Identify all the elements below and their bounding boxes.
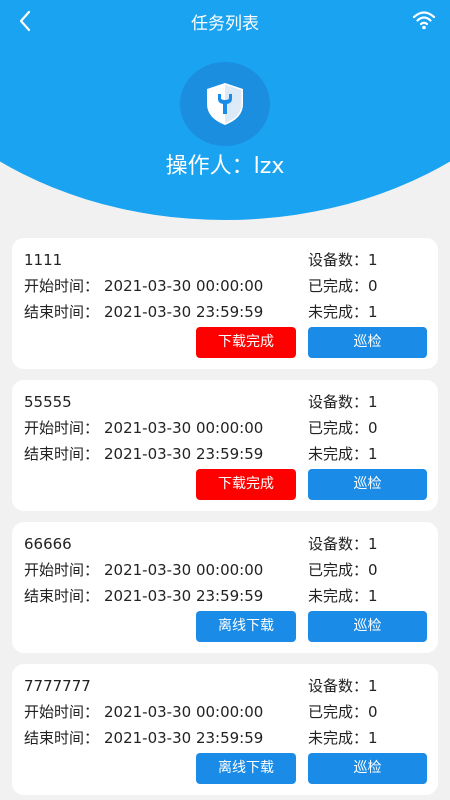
start-time-label: 开始时间： [24,703,100,721]
inspect-button[interactable]: 巡检 [308,469,427,500]
wifi-icon [412,11,436,30]
topbar: 任务列表 [0,0,450,42]
start-time: 开始时间： 2021-03-30 00:00:00 [24,418,263,438]
download-status-button[interactable]: 下载完成 [196,327,296,358]
done-count: 已完成：0 [308,276,378,296]
page-title: 任务列表 [191,14,259,34]
end-time-label: 结束时间： [24,587,100,605]
undone-count-label: 未完成： [308,445,369,463]
undone-count: 未完成：1 [308,444,378,464]
task-card: 55555 开始时间： 2021-03-30 00:00:00 结束时间： 2021… [12,380,438,511]
done-count-value: 0 [368,703,378,721]
task-name: 1111 [24,251,63,269]
done-count-label: 已完成： [308,419,369,437]
task-list: 1111 开始时间： 2021-03-30 00:00:00 结束时间： 2021-… [12,238,438,800]
done-count-value: 0 [368,277,378,295]
undone-count-value: 1 [368,729,378,747]
end-time-value: 2021-03-30 23:59:59 [104,729,264,747]
header: 任务列表 操作人：lzx [0,0,450,230]
end-time-value: 2021-03-30 23:59:59 [104,587,264,605]
device-count-label: 设备数： [308,393,369,411]
undone-count-label: 未完成： [308,303,369,321]
task-card: 7777777 开始时间： 2021-03-30 00:00:00 结束时间： 20… [12,664,438,795]
device-count-value: 1 [368,535,378,553]
start-time: 开始时间： 2021-03-30 00:00:00 [24,276,263,296]
end-time-label: 结束时间： [24,303,100,321]
device-count: 设备数：1 [308,534,378,554]
offline-download-button[interactable]: 离线下载 [196,611,296,642]
undone-count-value: 1 [368,587,378,605]
download-status-button[interactable]: 下载完成 [196,469,296,500]
start-time-value: 2021-03-30 00:00:00 [104,277,264,295]
device-count-label: 设备数： [308,535,369,553]
start-time-value: 2021-03-30 00:00:00 [104,703,264,721]
start-time: 开始时间： 2021-03-30 00:00:00 [24,560,263,580]
app-logo [180,62,270,146]
done-count: 已完成：0 [308,418,378,438]
task-name: 55555 [24,393,72,411]
end-time-value: 2021-03-30 23:59:59 [104,445,264,463]
start-time-value: 2021-03-30 00:00:00 [104,561,264,579]
task-card: 66666 开始时间： 2021-03-30 00:00:00 结束时间： 2021… [12,522,438,653]
end-time-label: 结束时间： [24,729,100,747]
undone-count: 未完成：1 [308,302,378,322]
end-time: 结束时间： 2021-03-30 23:59:59 [24,728,263,748]
undone-count-value: 1 [368,445,378,463]
end-time-label: 结束时间： [24,445,100,463]
offline-download-button[interactable]: 离线下载 [196,753,296,784]
device-count-label: 设备数： [308,251,369,269]
undone-count: 未完成：1 [308,586,378,606]
end-time: 结束时间： 2021-03-30 23:59:59 [24,444,263,464]
end-time-value: 2021-03-30 23:59:59 [104,303,264,321]
device-count: 设备数：1 [308,392,378,412]
done-count-value: 0 [368,561,378,579]
done-count-label: 已完成： [308,277,369,295]
device-count-value: 1 [368,393,378,411]
done-count: 已完成：0 [308,560,378,580]
start-time: 开始时间： 2021-03-30 00:00:00 [24,702,263,722]
start-time-value: 2021-03-30 00:00:00 [104,419,264,437]
start-time-label: 开始时间： [24,277,100,295]
task-name: 7777777 [24,677,91,695]
undone-count-label: 未完成： [308,729,369,747]
undone-count-value: 1 [368,303,378,321]
task-card: 1111 开始时间： 2021-03-30 00:00:00 结束时间： 2021-… [12,238,438,369]
inspect-button[interactable]: 巡检 [308,753,427,784]
start-time-label: 开始时间： [24,419,100,437]
inspect-button[interactable]: 巡检 [308,327,427,358]
undone-count: 未完成：1 [308,728,378,748]
end-time: 结束时间： 2021-03-30 23:59:59 [24,302,263,322]
shield-wrench-icon [207,83,243,125]
start-time-label: 开始时间： [24,561,100,579]
operator-label: 操作人：lzx [165,154,285,179]
device-count-label: 设备数： [308,677,369,695]
device-count: 设备数：1 [308,676,378,696]
device-count-value: 1 [368,677,378,695]
done-count-label: 已完成： [308,703,369,721]
device-count-value: 1 [368,251,378,269]
done-count-label: 已完成： [308,561,369,579]
device-count: 设备数：1 [308,250,378,270]
undone-count-label: 未完成： [308,587,369,605]
inspect-button[interactable]: 巡检 [308,611,427,642]
done-count-value: 0 [368,419,378,437]
task-name: 66666 [24,535,72,553]
done-count: 已完成：0 [308,702,378,722]
end-time: 结束时间： 2021-03-30 23:59:59 [24,586,263,606]
